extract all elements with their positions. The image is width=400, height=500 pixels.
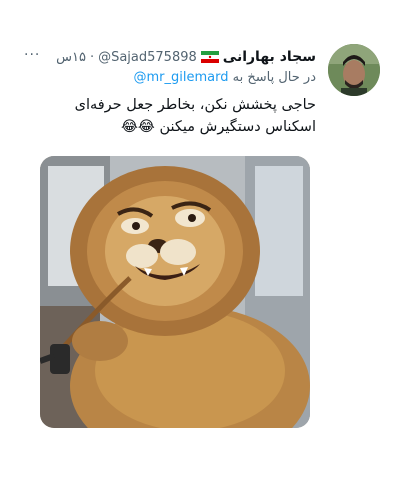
tweet-text: حاجی پخشش نکن، بخاطر جعل حرفه‌ای اسکناس … — [74, 97, 316, 135]
user-handle[interactable]: @Sajad575898 — [98, 50, 197, 65]
replying-to: در حال پاسخ به @mr_gilemard — [20, 70, 316, 85]
tweet-media-image[interactable] — [40, 156, 310, 428]
display-name[interactable]: سجاد بهارانی — [223, 49, 316, 65]
tweet-header: سجاد بهارانی @Sajad575898 · ۱۵س — [20, 46, 316, 68]
timestamp[interactable]: ۱۵س — [56, 50, 86, 65]
more-options-icon[interactable]: ··· — [24, 48, 42, 64]
avatar[interactable] — [328, 44, 380, 96]
reply-prefix: در حال پاسخ به — [232, 70, 316, 85]
iran-flag-icon — [200, 51, 219, 63]
separator-dot: · — [89, 49, 95, 65]
reply-mention-link[interactable]: @mr_gilemard — [134, 70, 229, 85]
tweet-card[interactable]: سجاد بهارانی @Sajad575898 · ۱۵س ··· در ح… — [0, 0, 400, 500]
